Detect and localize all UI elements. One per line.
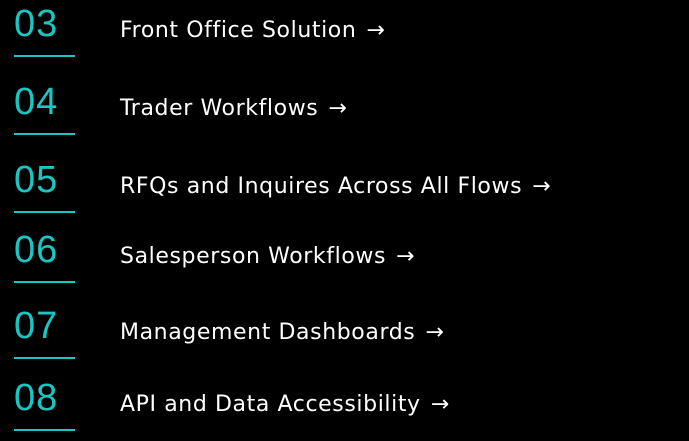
section-title: Management Dashboards → (120, 318, 444, 348)
section-title: Trader Workflows → (120, 94, 347, 124)
section-number: 03 (14, 3, 59, 45)
arrow-right-icon: → (430, 392, 450, 417)
section-title: Salesperson Workflows → (120, 242, 415, 272)
toc-item-trader-workflows[interactable]: 04 Trader Workflows → (0, 80, 689, 140)
section-title: RFQs and Inquires Across All Flows → (120, 172, 551, 202)
toc-item-api-and-data-accessibility[interactable]: 08 API and Data Accessibility → (0, 376, 689, 436)
section-title-text: API and Data Accessibility (120, 392, 421, 417)
arrow-right-icon: → (366, 18, 386, 43)
section-title: Front Office Solution → (120, 16, 385, 46)
section-title-text: Management Dashboards (120, 320, 416, 345)
section-number-underline (14, 357, 75, 359)
toc-item-rfqs-and-inquires[interactable]: 05 RFQs and Inquires Across All Flows → (0, 158, 689, 218)
arrow-right-icon: → (425, 320, 445, 345)
section-number: 04 (14, 81, 59, 123)
section-number-underline (14, 55, 75, 57)
toc-item-salesperson-workflows[interactable]: 06 Salesperson Workflows → (0, 228, 689, 288)
section-number-underline (14, 211, 75, 213)
arrow-right-icon: → (532, 174, 552, 199)
section-number-underline (14, 133, 75, 135)
table-of-contents: 03 Front Office Solution → 04 Trader Work… (0, 0, 689, 441)
section-number: 07 (14, 305, 59, 347)
section-number: 06 (14, 229, 59, 271)
toc-item-front-office-solution[interactable]: 03 Front Office Solution → (0, 2, 689, 62)
section-number-underline (14, 281, 75, 283)
section-title: API and Data Accessibility → (120, 390, 450, 420)
section-number: 08 (14, 377, 59, 419)
arrow-right-icon: → (396, 244, 416, 269)
section-title-text: RFQs and Inquires Across All Flows (120, 174, 523, 199)
section-title-text: Salesperson Workflows (120, 244, 387, 269)
section-number: 05 (14, 159, 59, 201)
section-number-underline (14, 429, 75, 431)
toc-item-management-dashboards[interactable]: 07 Management Dashboards → (0, 304, 689, 364)
section-title-text: Trader Workflows (120, 96, 319, 121)
arrow-right-icon: → (328, 96, 348, 121)
section-title-text: Front Office Solution (120, 18, 357, 43)
